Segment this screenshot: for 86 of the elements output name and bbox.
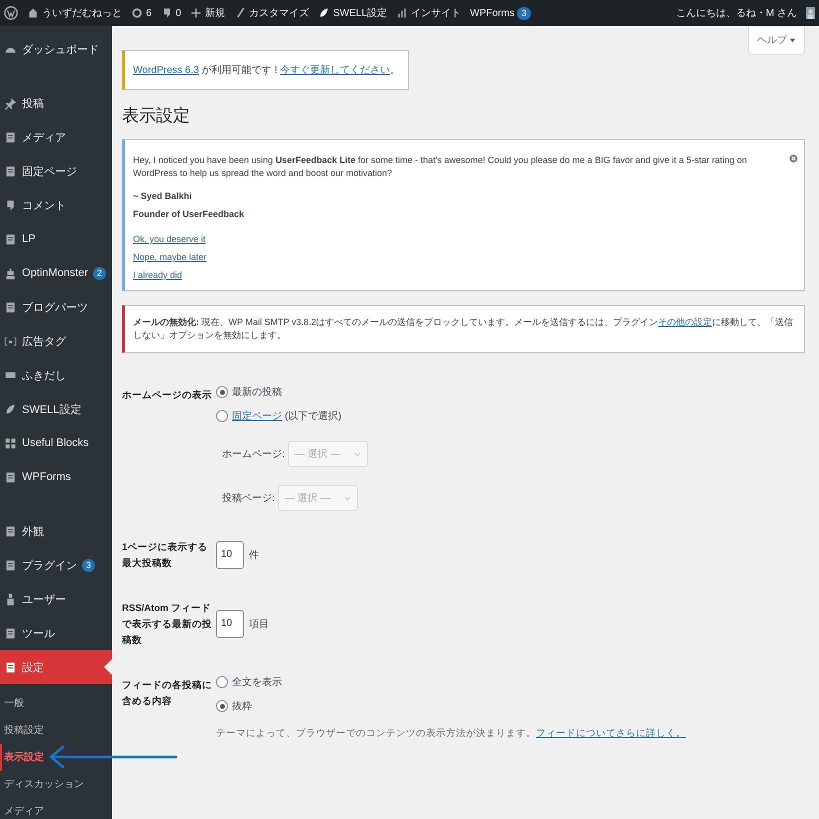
page-title: 表示設定 — [122, 105, 191, 127]
leaf-icon — [318, 7, 330, 19]
avatar-icon[interactable] — [806, 6, 815, 20]
count-badge: 3 — [517, 6, 530, 20]
page-icon — [4, 164, 17, 178]
field-label: フィードの各投稿に含める内容 — [122, 679, 213, 709]
menu-item[interactable]: ユーザー — [0, 582, 112, 616]
signature-line: ~ Syed Balkhi — [133, 190, 193, 203]
chevron-down-icon — [354, 452, 361, 456]
toolbar-item[interactable]: 6 — [131, 7, 152, 19]
menu-item[interactable]: Useful Blocks — [0, 426, 112, 460]
signature-line: Founder of UserFeedback — [133, 208, 246, 221]
help-button[interactable]: ヘルプ — [748, 26, 805, 55]
menu-item[interactable]: SWELL設定 — [0, 392, 112, 426]
radio-button[interactable] — [216, 386, 228, 398]
plus-icon — [190, 7, 202, 19]
blocks-icon — [4, 436, 17, 450]
radio-label: 全文を表示 — [232, 676, 282, 689]
toolbar-item[interactable]: 新規 — [190, 6, 226, 20]
update-message: WordPress 6.3 が利用可能です ! 今すぐ更新してください。 — [133, 64, 400, 77]
menu-item[interactable]: 広告タグ — [0, 324, 112, 358]
radio-button[interactable] — [216, 700, 228, 712]
menu-item[interactable]: 投稿 — [0, 86, 112, 120]
menu-item[interactable]: ブログパーツ — [0, 290, 112, 324]
count-badge: 3 — [82, 558, 96, 572]
text-link[interactable]: フィードについてさらに詳しく。 — [536, 728, 686, 739]
count-badge: 2 — [93, 266, 106, 280]
feedback-link[interactable]: I already did — [133, 269, 182, 282]
home-icon — [27, 7, 39, 19]
number-field[interactable]: 10 — [216, 540, 244, 568]
page-icon — [4, 232, 17, 246]
field-label: ホームページの表示 — [122, 389, 213, 403]
feedback-link[interactable]: Nope, maybe later — [133, 251, 207, 264]
toolbar-item[interactable]: WPForms 3 — [470, 6, 530, 20]
radio-label: 最新の投稿 — [232, 386, 282, 399]
submenu-item[interactable]: ディスカッション — [0, 771, 112, 798]
toolbar-item[interactable]: ういずだむねっと — [27, 6, 122, 20]
submenu-item[interactable]: メディア — [0, 798, 112, 819]
radio-button[interactable] — [216, 410, 228, 422]
toolbar-item[interactable]: 0 — [160, 7, 182, 19]
menu-item[interactable]: コメント — [0, 188, 112, 222]
select-label: 投稿ページ: — [222, 492, 275, 505]
menu-item[interactable]: メディア — [0, 120, 112, 154]
field-label: RSS/Atom フィードで表示する最新の投稿数 — [122, 602, 213, 648]
field-label: 1ページに表示する最大投稿数 — [122, 541, 208, 571]
text-link[interactable]: 固定ページ — [232, 411, 282, 422]
menu-item[interactable]: WPForms — [0, 460, 112, 494]
radio-label: 抜粋 — [232, 700, 252, 713]
dismiss-icon[interactable] — [789, 154, 798, 163]
wordpress-logo-icon[interactable] — [4, 6, 18, 20]
field-description: テーマによって、ブラウザーでのコンテンツの表示方法が決まります。フィードについてさらに詳しく。 — [216, 727, 687, 740]
unit-label: 件 — [249, 548, 259, 562]
menu-item[interactable]: 外観 — [0, 514, 112, 548]
text-link[interactable]: WordPress 6.3 — [133, 65, 199, 76]
menu-item[interactable]: 設定 — [0, 650, 112, 684]
menu-item[interactable]: ツール — [0, 616, 112, 650]
pin-icon — [4, 96, 17, 110]
mail-message: メールの無効化: 現在、WP Mail SMTP v3.8.2はすべてのメールの送信をブロックしています。メールを送信するには、プラグインその他の設定に移動して、「送信しない」オプションを無効にします。 — [133, 316, 794, 342]
number-field[interactable]: 10 — [216, 610, 244, 638]
toolbar-item[interactable]: カスタマイズ — [234, 6, 310, 20]
radio-label: 固定ページ (以下で選択) — [232, 410, 342, 423]
text-link[interactable]: 今すぐ更新してください — [280, 65, 390, 76]
menu-item[interactable]: ふきだし — [0, 358, 112, 392]
menu-item[interactable]: プラグイン 3 — [0, 548, 112, 582]
toolbar-item[interactable]: インサイト — [396, 6, 462, 20]
select-label: ホームページ: — [222, 448, 285, 461]
radio-button[interactable] — [216, 676, 228, 688]
menu-item[interactable]: OptinMonster 2 — [0, 256, 112, 290]
greeting-text[interactable]: こんにちは、るね・M さん — [676, 6, 797, 20]
submenu-item[interactable]: 一般 — [0, 690, 112, 717]
toolbar-item[interactable]: SWELL設定 — [318, 6, 388, 20]
submenu-item[interactable]: 投稿設定 — [0, 717, 112, 744]
text-link[interactable]: その他の設定 — [658, 317, 712, 327]
menu-item[interactable]: ダッシュボード — [0, 32, 112, 66]
menu-item[interactable]: 固定ページ — [0, 154, 112, 188]
feedback-link[interactable]: Ok, you deserve it — [133, 233, 206, 246]
bracket-icon — [4, 334, 17, 348]
current-pointer-icon — [104, 659, 112, 675]
feedback-message: Hey, I noticed you have been using UserFeedback Lite for some time - that's awesome! Could you please do me a BIG favor and give it a 5-star rating on WordPress to help us spread the word and boost our motivation? — [133, 154, 748, 180]
menu-item[interactable]: LP — [0, 222, 112, 256]
submenu-item[interactable]: 表示設定 — [0, 744, 112, 771]
unit-label: 項目 — [249, 618, 269, 630]
leaf-icon — [4, 402, 17, 416]
chevron-down-icon — [344, 496, 351, 500]
bar-chart-icon — [396, 7, 408, 19]
caret-icon — [789, 36, 796, 44]
